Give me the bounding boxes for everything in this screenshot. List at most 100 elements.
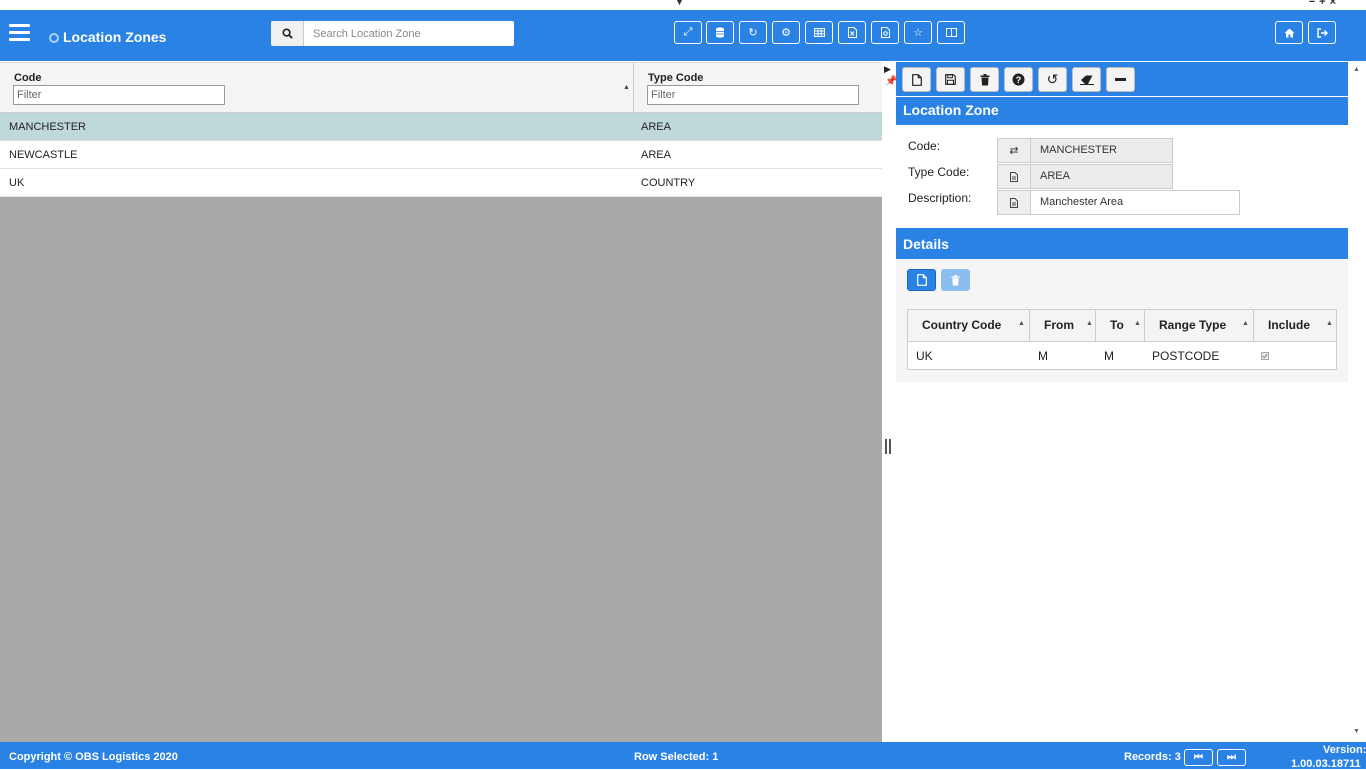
- cell-type-code: COUNTRY: [641, 177, 696, 189]
- eraser-icon: [1079, 75, 1094, 85]
- sort-icon[interactable]: ▲: [1326, 320, 1333, 327]
- search-icon: [281, 28, 293, 39]
- column-header-include[interactable]: Include ▲: [1254, 310, 1336, 341]
- description-value: Manchester Area: [1040, 196, 1124, 208]
- logout-button[interactable]: [1308, 21, 1336, 44]
- minimize-icon: [1115, 78, 1126, 81]
- version-label: Version:: [1323, 744, 1366, 756]
- column-header-type-code[interactable]: Type Code: [634, 63, 882, 113]
- pane-splitter[interactable]: ▶ 📌: [882, 62, 897, 742]
- type-code-field[interactable]: AREA: [997, 164, 1173, 189]
- help-icon: ?: [1012, 73, 1025, 86]
- records-count: Records: 3: [1124, 751, 1181, 763]
- save-button[interactable]: [936, 67, 965, 92]
- detail-toolbar: ? ↺: [896, 62, 1348, 96]
- settings-cogs-icon: ⚙: [781, 27, 791, 39]
- minimize-button[interactable]: [1106, 67, 1135, 92]
- undo-icon: ↺: [1046, 71, 1059, 87]
- column-label-type-code[interactable]: Type Code: [648, 72, 703, 84]
- table-view-button[interactable]: [805, 21, 833, 44]
- type-code-filter-input[interactable]: [647, 85, 859, 105]
- collapse-header-icon[interactable]: ▼: [675, 0, 684, 7]
- sort-icon[interactable]: ▲: [1086, 320, 1093, 327]
- column-header-code[interactable]: Code ▲: [0, 63, 633, 113]
- column-header-country-code[interactable]: Country Code ▲: [908, 310, 1030, 341]
- clear-button[interactable]: [1072, 67, 1101, 92]
- code-value: MANCHESTER: [1031, 139, 1172, 162]
- code-label: Code:: [908, 139, 941, 153]
- settings-button[interactable]: ⚙: [772, 21, 800, 44]
- home-button[interactable]: [1275, 21, 1303, 44]
- expand-icon: ⤢: [683, 26, 693, 38]
- first-page-icon: ⏮: [1194, 752, 1203, 763]
- cell-type-code: AREA: [641, 121, 671, 133]
- scroll-down-icon[interactable]: ▼: [1353, 728, 1360, 735]
- column-label: Country Code: [922, 318, 1002, 332]
- new-icon: [911, 73, 922, 86]
- column-label-code[interactable]: Code: [14, 72, 42, 84]
- type-code-value: AREA: [1031, 165, 1172, 188]
- column-label: Include: [1268, 318, 1311, 332]
- excel-export-button[interactable]: [838, 21, 866, 44]
- row-selected-count: Row Selected: 1: [634, 751, 719, 763]
- hamburger-menu-icon[interactable]: [9, 24, 30, 42]
- svg-text:?: ?: [1016, 75, 1022, 85]
- cell-from: M: [1038, 349, 1048, 363]
- search-input[interactable]: [305, 21, 513, 46]
- page-title: Location Zones: [63, 29, 167, 45]
- last-record-button[interactable]: ⏭: [1217, 749, 1246, 766]
- star-icon: ☆: [913, 27, 923, 39]
- database-button[interactable]: [706, 21, 734, 44]
- pdf-export-icon: [880, 27, 890, 38]
- table-row[interactable]: MANCHESTER AREA: [0, 113, 882, 141]
- add-detail-button[interactable]: [907, 269, 936, 291]
- delete-icon: [980, 73, 989, 85]
- columns-icon: [945, 28, 957, 37]
- sort-icon[interactable]: ▲: [1018, 320, 1025, 327]
- include-checkbox[interactable]: [1261, 349, 1269, 363]
- collapse-right-icon[interactable]: ▶: [884, 64, 891, 75]
- search-box: [271, 21, 514, 46]
- sort-asc-icon[interactable]: ▲: [623, 84, 630, 91]
- table-row[interactable]: UK COUNTRY: [0, 169, 882, 197]
- column-header-from[interactable]: From ▲: [1030, 310, 1096, 341]
- favorite-button[interactable]: ☆: [904, 21, 932, 44]
- code-filter-input[interactable]: [13, 85, 225, 105]
- sort-icon[interactable]: ▲: [1134, 320, 1141, 327]
- window-close-icon[interactable]: ×: [1330, 0, 1340, 8]
- scroll-up-icon[interactable]: ▲: [1353, 66, 1360, 73]
- search-button[interactable]: [271, 21, 304, 46]
- details-table: Country Code ▲ From ▲ To ▲ Range Type ▲ …: [907, 309, 1337, 370]
- pdf-export-button[interactable]: [871, 21, 899, 44]
- columns-button[interactable]: [937, 21, 965, 44]
- vertical-scrollbar[interactable]: ▲ ▼: [1348, 62, 1366, 742]
- first-record-button[interactable]: ⏮: [1184, 749, 1213, 766]
- table-row[interactable]: NEWCASTLE AREA: [0, 141, 882, 169]
- code-field[interactable]: ⇄ MANCHESTER: [997, 138, 1173, 163]
- undo-button[interactable]: ↺: [1038, 67, 1067, 92]
- last-page-icon: ⏭: [1227, 752, 1236, 763]
- window-minimize-icon[interactable]: −: [1309, 0, 1319, 8]
- help-button[interactable]: ?: [1004, 67, 1033, 92]
- detail-pane: ? ↺ Location Zone Code: ⇄ MANCHESTER Typ…: [896, 62, 1348, 742]
- loading-indicator-icon: [49, 33, 59, 43]
- description-label: Description:: [908, 191, 972, 205]
- column-header-to[interactable]: To ▲: [1096, 310, 1145, 341]
- delete-icon: [951, 274, 960, 285]
- expand-button[interactable]: ⤢: [674, 21, 702, 44]
- refresh-button[interactable]: ↻: [739, 21, 767, 44]
- sort-icon[interactable]: ▲: [1242, 320, 1249, 327]
- shuffle-icon: ⇄: [998, 139, 1031, 162]
- status-bar: Copyright © OBS Logistics 2020 Row Selec…: [0, 742, 1366, 770]
- window-controls[interactable]: −+×: [1309, 0, 1340, 8]
- delete-detail-button[interactable]: [941, 269, 970, 291]
- column-header-range-type[interactable]: Range Type ▲: [1145, 310, 1254, 341]
- splitter-grip-icon[interactable]: [885, 439, 891, 454]
- new-button[interactable]: [902, 67, 931, 92]
- window-maximize-icon[interactable]: +: [1319, 0, 1329, 8]
- column-label: From: [1044, 318, 1074, 332]
- cell-type-code: AREA: [641, 149, 671, 161]
- delete-button[interactable]: [970, 67, 999, 92]
- description-field[interactable]: Manchester Area: [997, 190, 1240, 215]
- document-icon: [998, 165, 1031, 188]
